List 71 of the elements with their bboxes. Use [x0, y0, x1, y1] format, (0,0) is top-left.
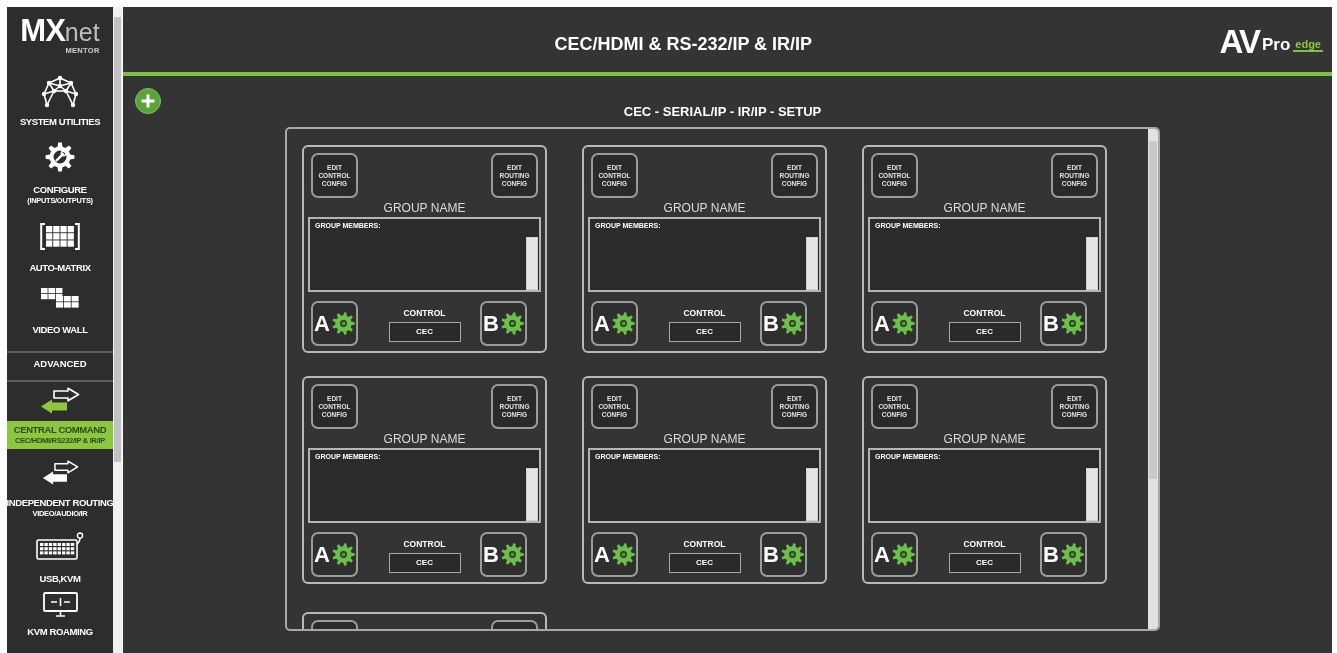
b-button[interactable]: B — [760, 301, 807, 346]
gear-icon — [611, 312, 635, 335]
nav-item[interactable]: VIDEO WALL — [32, 321, 88, 339]
scrollbar[interactable] — [1148, 129, 1158, 629]
scrollbar[interactable] — [1086, 468, 1098, 521]
group-name: GROUP NAME — [663, 201, 746, 215]
b-button[interactable]: B — [480, 532, 527, 577]
a-button[interactable]: A — [591, 532, 638, 577]
group-name: GROUP NAME — [663, 432, 746, 446]
field-label: CONTROL — [403, 308, 446, 318]
add-button[interactable] — [135, 88, 161, 114]
gear-icon — [1060, 543, 1084, 566]
gear-icon — [891, 312, 915, 335]
field-label: CONTROL — [963, 308, 1006, 318]
group-name: GROUP NAME — [943, 201, 1026, 215]
field-label: CONTROL — [683, 308, 726, 318]
gear-icon — [780, 312, 804, 335]
b-button[interactable]: B — [1040, 301, 1087, 346]
nav-item[interactable]: AUTO-MATRIX — [29, 259, 91, 277]
group-name: GROUP NAME — [383, 432, 466, 446]
nav-item[interactable]: USB,KVM — [39, 570, 81, 588]
gear-wrench-icon[interactable] — [45, 142, 75, 172]
keyboard-icon[interactable] — [36, 532, 84, 560]
b-button[interactable]: B — [760, 532, 807, 577]
scrollbar[interactable] — [113, 7, 122, 653]
field-label: CONTROL — [683, 539, 726, 549]
gear-icon — [500, 312, 524, 335]
card-button[interactable] — [491, 620, 538, 629]
control-field[interactable]: CEC — [388, 553, 461, 573]
a-button[interactable]: A — [311, 532, 358, 577]
nav-item[interactable]: KVM ROAMING — [27, 623, 93, 641]
arrows-icon[interactable] — [41, 460, 79, 485]
control-field[interactable]: CEC — [388, 322, 461, 342]
gear-icon — [780, 543, 804, 566]
gear-icon — [331, 312, 355, 335]
gear-icon — [331, 543, 355, 566]
plus-icon — [141, 94, 155, 108]
a-button[interactable]: A — [311, 301, 358, 346]
control-field[interactable]: CEC — [948, 322, 1021, 342]
control-field[interactable]: CEC — [668, 322, 741, 342]
group-name: GROUP NAME — [943, 432, 1026, 446]
control-field[interactable]: CEC — [948, 553, 1021, 573]
monitor-icon[interactable] — [42, 592, 78, 617]
group-name: GROUP NAME — [383, 201, 466, 215]
field-label: CONTROL — [963, 539, 1006, 549]
brand-logo: AVPro edge — [1219, 26, 1323, 57]
gear-icon — [500, 543, 524, 566]
section-title: CEC - SERIAL/IP - IR/IP - SETUP — [623, 105, 822, 119]
a-button[interactable]: A — [591, 301, 638, 346]
grid-icon[interactable] — [40, 223, 80, 250]
scrollbar[interactable] — [1086, 237, 1098, 290]
control-field[interactable]: CEC — [668, 553, 741, 573]
network-icon[interactable] — [40, 75, 80, 108]
gear-icon — [611, 543, 635, 566]
gear-icon — [1060, 312, 1084, 335]
field-label: CONTROL — [403, 539, 446, 549]
section-header: ADVANCED — [33, 359, 87, 369]
nav-item[interactable]: SYSTEM UTILITIES — [19, 113, 101, 131]
scrollbar[interactable] — [806, 237, 818, 290]
a-button[interactable]: A — [871, 301, 918, 346]
tiles-icon[interactable] — [41, 288, 79, 308]
a-button[interactable]: A — [871, 532, 918, 577]
scrollbar[interactable] — [526, 468, 538, 521]
gear-icon — [891, 543, 915, 566]
page-title: CEC/HDMI & RS-232/IP & IR/IP — [553, 32, 814, 54]
b-button[interactable]: B — [480, 301, 527, 346]
b-button[interactable]: B — [1040, 532, 1087, 577]
card-button[interactable] — [311, 620, 358, 629]
scrollbar[interactable] — [806, 468, 818, 521]
scrollbar[interactable] — [526, 237, 538, 290]
arrows-icon[interactable] — [40, 387, 80, 414]
